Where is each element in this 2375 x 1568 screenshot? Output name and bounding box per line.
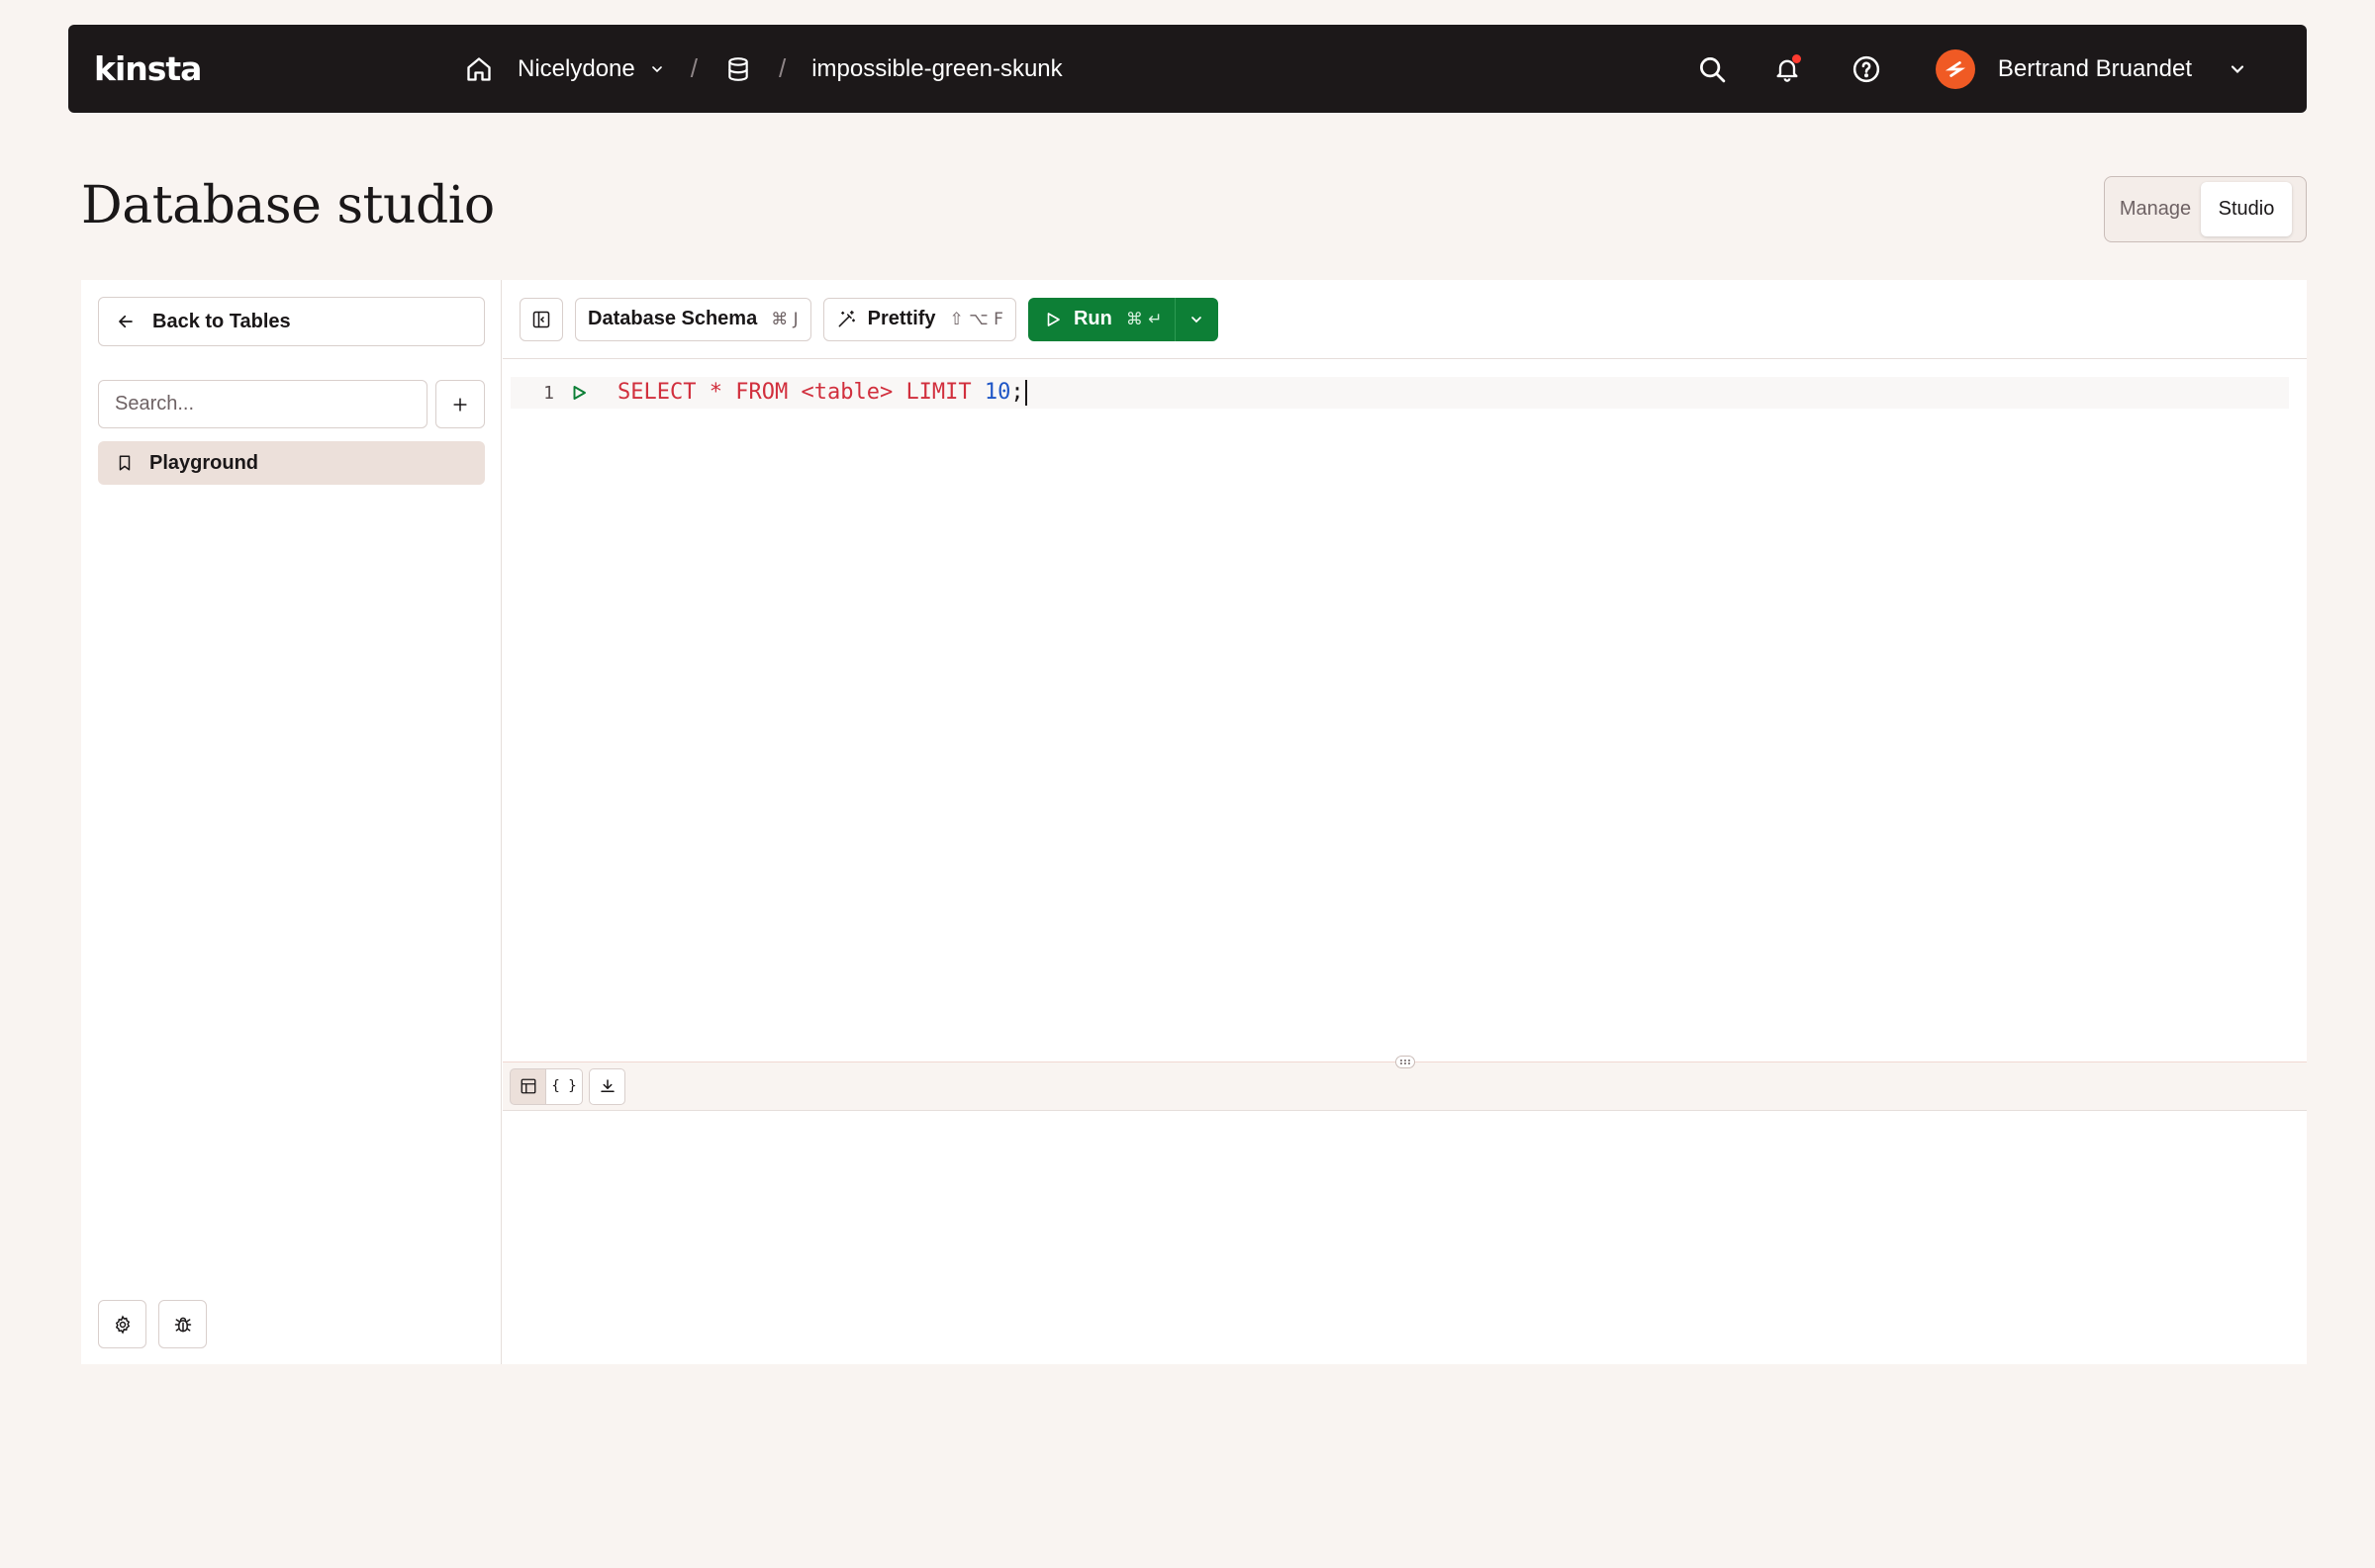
- notifications-bell-icon[interactable]: [1767, 49, 1807, 89]
- search-icon[interactable]: [1692, 49, 1732, 89]
- logo-text: kinsta: [94, 48, 202, 88]
- notification-dot: [1791, 53, 1801, 63]
- studio-panel: Back to Tables Playground: [81, 280, 2307, 1364]
- code-line[interactable]: 1 SELECT * FROM <table> LIMIT 10;: [511, 377, 2289, 409]
- json-braces-icon: { }: [551, 1078, 577, 1094]
- bookmark-icon: [116, 453, 134, 473]
- header-actions: Bertrand Bruandet: [1692, 25, 2307, 113]
- sql-placeholder: <table>: [801, 380, 894, 405]
- resize-handle[interactable]: [1394, 1056, 1415, 1068]
- editor-area: Database Schema ⌘ J Prettify ⇧ ⌥ F Run ⌘…: [503, 280, 2307, 1364]
- sidebar-item-playground[interactable]: Playground: [98, 441, 485, 485]
- breadcrumb-separator: /: [778, 53, 787, 83]
- sql-code: SELECT * FROM <table> LIMIT 10;: [618, 380, 1027, 406]
- play-icon: [1044, 311, 1062, 328]
- magic-wand-icon: [836, 310, 856, 329]
- home-icon[interactable]: [462, 52, 496, 86]
- json-view-button[interactable]: { }: [546, 1067, 583, 1105]
- database-name-link[interactable]: impossible-green-skunk: [811, 55, 1062, 83]
- arrow-left-icon: [117, 313, 135, 330]
- company-switcher[interactable]: Nicelydone: [518, 55, 665, 83]
- download-results-button[interactable]: [589, 1067, 625, 1105]
- result-view-switch: { }: [510, 1067, 583, 1105]
- settings-button[interactable]: [98, 1300, 146, 1348]
- shortcut-hint: ⇧ ⌥ F: [949, 309, 1003, 329]
- avatar[interactable]: [1935, 48, 1975, 89]
- database-schema-label: Database Schema: [588, 308, 758, 329]
- prettify-label: Prettify: [867, 308, 936, 329]
- run-label: Run: [1073, 308, 1112, 329]
- table-view-button[interactable]: [510, 1067, 546, 1105]
- shortcut-hint: ⌘ J: [771, 309, 799, 329]
- help-icon[interactable]: [1847, 49, 1886, 89]
- download-icon: [599, 1077, 617, 1095]
- report-bug-button[interactable]: [158, 1300, 207, 1348]
- sql-number: 10: [984, 380, 1011, 405]
- prettify-button[interactable]: Prettify ⇧ ⌥ F: [822, 297, 1016, 341]
- database-schema-button[interactable]: Database Schema ⌘ J: [575, 297, 811, 341]
- toggle-sidebar-button[interactable]: [520, 297, 563, 341]
- kinsta-logo[interactable]: kinsta: [94, 49, 202, 88]
- editor-toolbar: Database Schema ⌘ J Prettify ⇧ ⌥ F Run ⌘…: [503, 280, 2307, 359]
- text-cursor: [1024, 380, 1027, 406]
- company-name: Nicelydone: [518, 54, 635, 82]
- sidebar-panel-icon: [531, 310, 551, 329]
- chevron-down-icon: [649, 61, 665, 77]
- top-navigation-bar: kinsta Nicelydone / / impossible-green-s…: [68, 25, 2307, 113]
- chevron-down-icon: [1188, 312, 1204, 327]
- back-to-tables-button[interactable]: Back to Tables: [98, 297, 485, 346]
- sql-token: *: [709, 380, 722, 405]
- sql-keyword: SELECT: [618, 380, 697, 405]
- user-name[interactable]: Bertrand Bruandet: [1998, 55, 2192, 83]
- sql-punctuation: ;: [1010, 380, 1024, 405]
- page-title: Database studio: [81, 176, 495, 235]
- mode-studio-button[interactable]: Studio: [2201, 182, 2292, 236]
- mode-toggle: Manage Studio: [2104, 176, 2307, 242]
- back-to-tables-label: Back to Tables: [152, 310, 291, 332]
- sidebar-item-label: Playground: [149, 451, 259, 474]
- chevron-down-icon[interactable]: [2218, 49, 2257, 89]
- gear-icon: [113, 1315, 133, 1335]
- line-number: 1: [543, 382, 554, 404]
- database-icon[interactable]: [723, 52, 753, 86]
- run-button[interactable]: Run ⌘ ↵: [1028, 298, 1175, 341]
- breadcrumb-separator: /: [690, 53, 698, 83]
- sql-editor[interactable]: 1 SELECT * FROM <table> LIMIT 10;: [503, 359, 2307, 982]
- shortcut-hint: ⌘ ↵: [1125, 309, 1163, 329]
- results-toolbar: { }: [503, 1056, 2307, 1111]
- sidebar: Back to Tables Playground: [81, 280, 502, 1364]
- search-input[interactable]: [98, 380, 428, 428]
- mode-manage-button[interactable]: Manage: [2110, 182, 2201, 236]
- breadcrumb: Nicelydone / / impossible-green-skunk: [462, 25, 1063, 113]
- run-line-icon[interactable]: [570, 384, 588, 402]
- plus-icon: [450, 395, 470, 415]
- run-button-group: Run ⌘ ↵: [1027, 297, 1218, 341]
- add-query-button[interactable]: [435, 380, 485, 428]
- table-icon: [520, 1077, 537, 1095]
- run-options-dropdown[interactable]: [1174, 297, 1218, 341]
- bug-icon: [173, 1315, 193, 1335]
- sql-keyword: FROM: [735, 380, 789, 405]
- sql-keyword: LIMIT: [905, 380, 972, 405]
